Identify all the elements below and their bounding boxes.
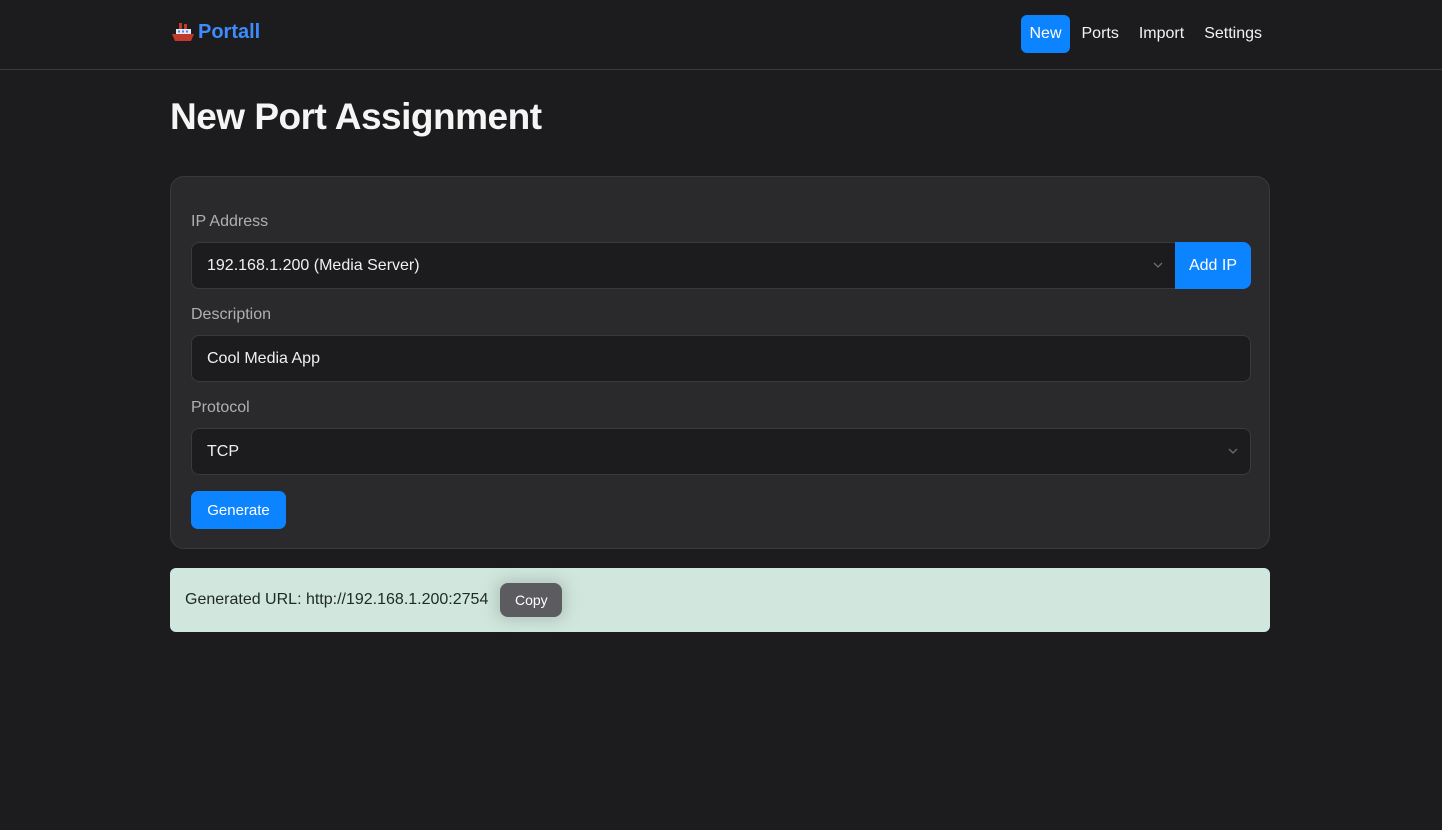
brand-name: Portall (198, 20, 261, 43)
page-title: New Port Assignment (170, 96, 542, 137)
brand-link[interactable]: Portall (170, 20, 260, 44)
port-form-card: IP Address 192.168.1.200 (Media Server) … (170, 176, 1270, 549)
description-value: Cool Media App (207, 349, 320, 367)
protocol-value: TCP (207, 442, 239, 460)
generated-url-text: Generated URL: http://192.168.1.200:2754 (185, 591, 489, 608)
chevron-down-icon (1153, 262, 1163, 268)
nav-new[interactable]: New (1021, 15, 1070, 53)
navbar: Portall New Ports Import Settings (0, 0, 1442, 70)
ip-address-label: IP Address (191, 213, 269, 230)
nav-menu: New Ports Import Settings (1021, 15, 1270, 53)
ip-address-select[interactable]: 192.168.1.200 (Media Server) (191, 242, 1176, 289)
ship-icon (170, 20, 196, 44)
generated-url-alert: Generated URL: http://192.168.1.200:2754… (170, 568, 1270, 632)
add-ip-button[interactable]: Add IP (1175, 242, 1251, 289)
ip-address-value: 192.168.1.200 (Media Server) (207, 256, 420, 274)
description-label: Description (191, 306, 272, 323)
nav-ports[interactable]: Ports (1074, 15, 1127, 53)
description-input[interactable]: Cool Media App (191, 335, 1251, 382)
protocol-label: Protocol (191, 399, 250, 416)
copy-button[interactable]: Copy (500, 583, 563, 617)
nav-import[interactable]: Import (1131, 15, 1192, 53)
protocol-select[interactable]: TCP (191, 428, 1251, 475)
generate-button[interactable]: Generate (191, 491, 286, 529)
chevron-down-icon (1228, 448, 1238, 454)
nav-settings[interactable]: Settings (1196, 15, 1270, 53)
